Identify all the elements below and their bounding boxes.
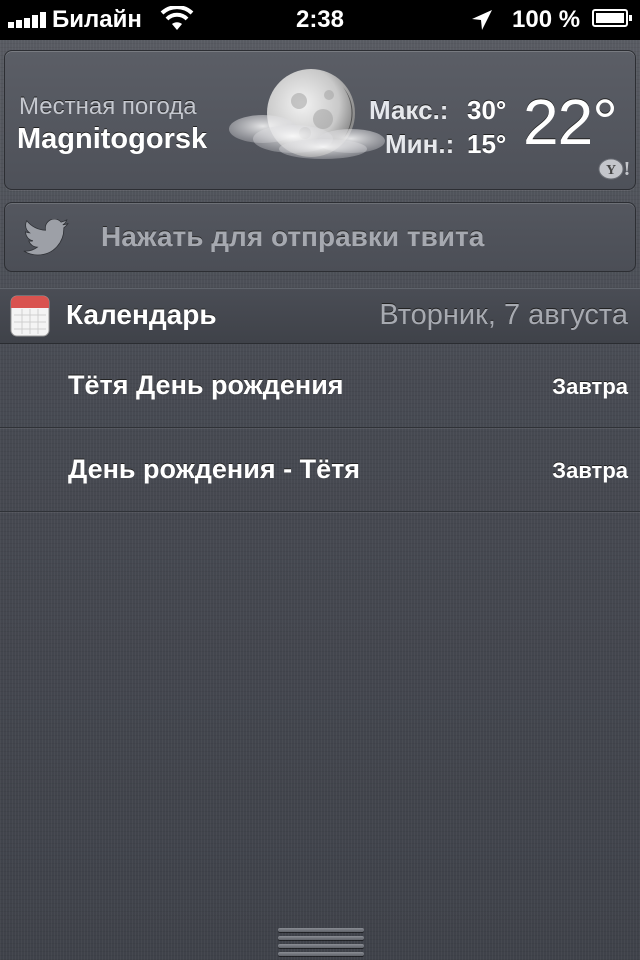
calendar-icon [10, 295, 50, 337]
battery-icon [592, 9, 632, 27]
weather-min-value: 15° [467, 129, 507, 159]
weather-max-label: Макс.: [369, 95, 449, 125]
svg-text:!: ! [624, 158, 631, 180]
status-bar: Билайн 2:38 100 % [0, 0, 640, 40]
weather-max-value: 30° [467, 95, 507, 125]
tweet-label: Нажать для отправки твита [101, 221, 485, 252]
event-title: Тётя День рождения [68, 370, 344, 400]
weather-temperature: 22° [523, 86, 618, 158]
calendar-title: Календарь [66, 299, 217, 330]
yahoo-icon[interactable]: Y ! [597, 157, 633, 181]
twitter-bird-icon [23, 219, 69, 256]
calendar-date: Вторник, 7 августа [379, 299, 628, 331]
event-when: Завтра [552, 458, 628, 483]
calendar-event[interactable]: Тётя День рождения Завтра [0, 344, 640, 428]
calendar-event[interactable]: День рождения - Тётя Завтра [0, 428, 640, 512]
weather-widget[interactable]: Местная погода Magnitogorsk Макс.: 30° М… [4, 50, 636, 190]
calendar-header[interactable]: Календарь Вторник, 7 августа [0, 288, 640, 344]
weather-label: Местная погода [19, 93, 197, 120]
close-handle[interactable] [278, 926, 364, 960]
tweet-button[interactable]: Нажать для отправки твита [4, 202, 636, 272]
weather-city: Magnitogorsk [17, 123, 208, 155]
event-when: Завтра [552, 374, 628, 399]
svg-text:Y: Y [606, 163, 616, 178]
battery-percent: 100 % [512, 6, 581, 33]
moon-with-clouds-icon [229, 69, 385, 159]
event-title: День рождения - Тётя [68, 454, 361, 484]
location-arrow-icon [472, 10, 492, 30]
weather-min-label: Мин.: [385, 129, 455, 159]
